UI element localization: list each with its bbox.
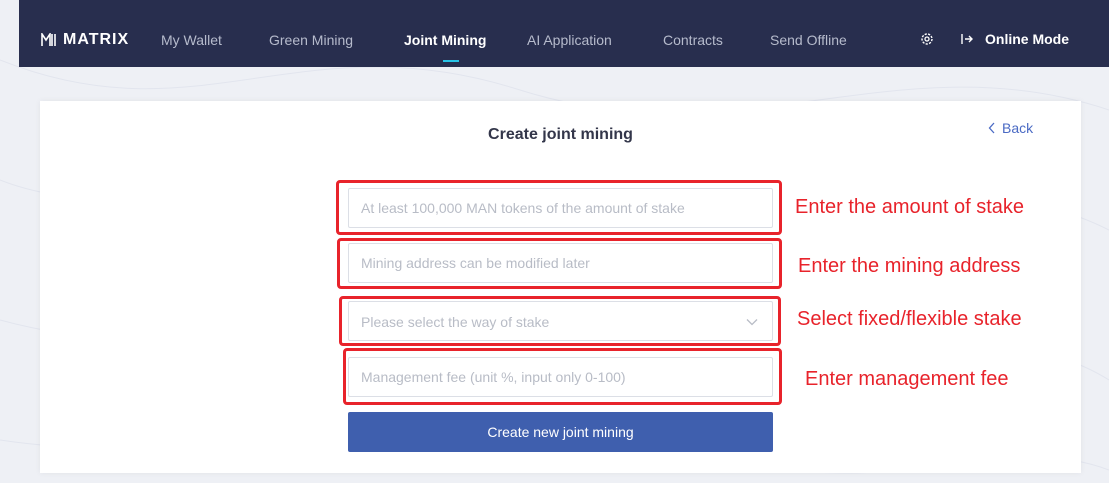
annotation-box-stake-way (339, 296, 781, 346)
back-label: Back (1002, 120, 1034, 136)
annotation-label-stake-amount: Enter the amount of stake (795, 196, 1025, 218)
nav-item-ai-application[interactable]: AI Application (527, 31, 612, 49)
online-mode-label: Online Mode (985, 31, 1069, 47)
annotation-label-management-fee: Enter management fee (805, 368, 1009, 390)
back-link[interactable]: Back (988, 119, 1033, 137)
page-title: Create joint mining (488, 126, 633, 143)
nav-item-send-offline[interactable]: Send Offline (770, 31, 847, 49)
annotation-box-management-fee (343, 348, 782, 405)
annotation-label-mining-address: Enter the mining address (798, 255, 1021, 277)
create-joint-mining-button[interactable]: Create new joint mining (348, 412, 773, 452)
login-icon (961, 34, 973, 44)
gear-icon[interactable] (920, 32, 934, 46)
annotation-box-mining-address (337, 238, 782, 289)
nav-item-green-mining[interactable]: Green Mining (269, 31, 353, 49)
app-logo[interactable]: MATRIX (41, 30, 129, 50)
chevron-left-icon (988, 122, 995, 134)
nav-item-my-wallet[interactable]: My Wallet (161, 31, 222, 49)
annotation-label-stake-way: Select fixed/flexible stake (797, 308, 1022, 330)
nav-item-joint-mining[interactable]: Joint Mining (404, 31, 486, 49)
nav-item-contracts[interactable]: Contracts (663, 31, 723, 49)
matrix-logo-icon (41, 33, 56, 46)
top-nav-bar: MATRIX My Wallet Green Mining Joint Mini… (19, 0, 1109, 67)
logo-text: MATRIX (63, 31, 130, 48)
active-nav-indicator (443, 60, 459, 62)
online-mode-button[interactable]: Online Mode (961, 30, 1069, 48)
annotation-box-stake-amount (336, 180, 782, 235)
